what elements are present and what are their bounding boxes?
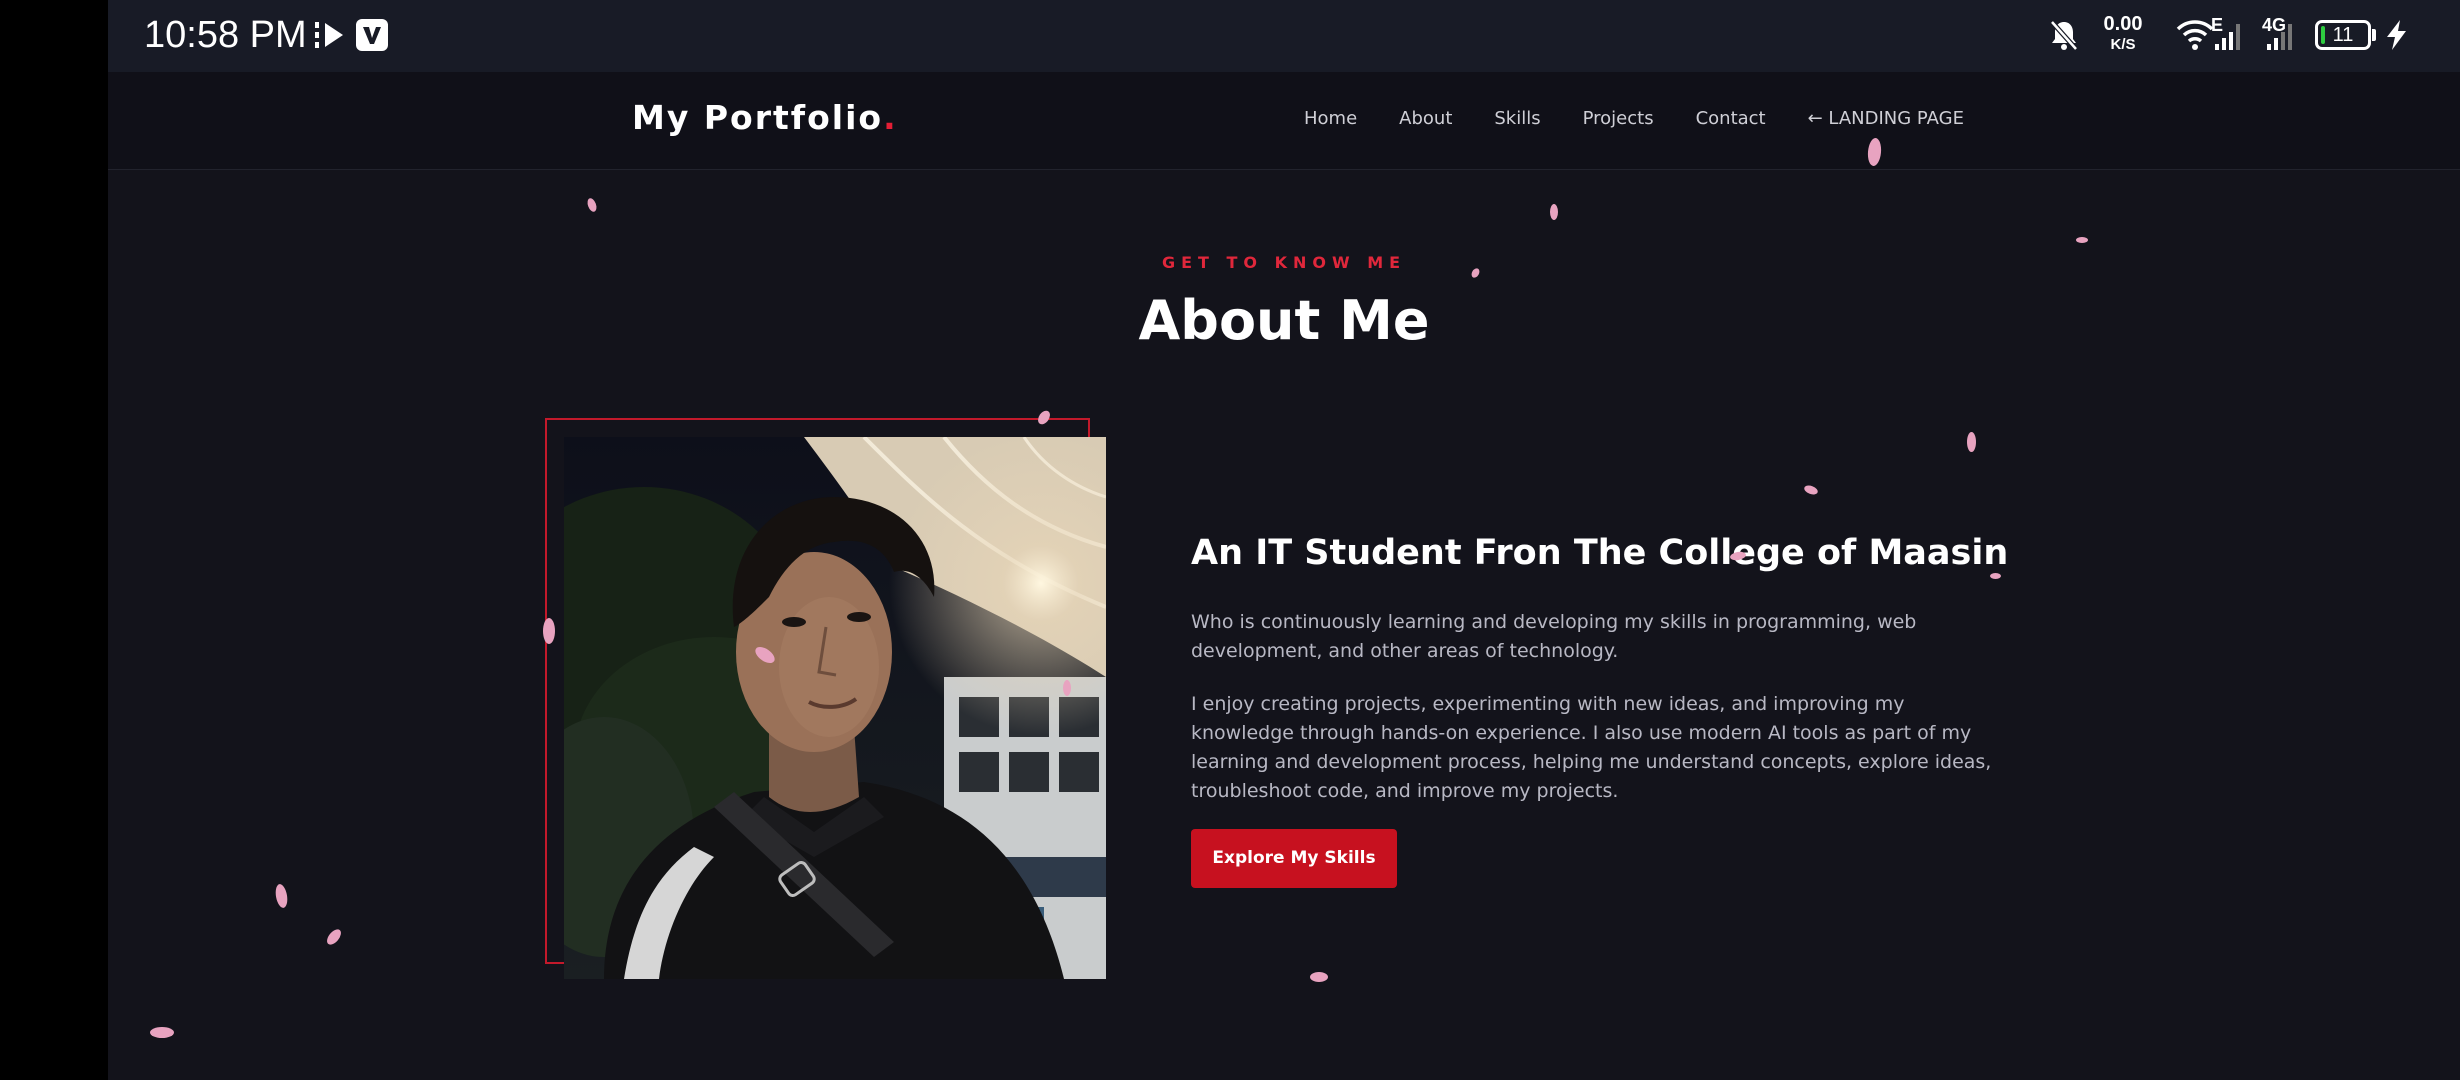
network-speed: 0.00 K/S xyxy=(2093,14,2153,52)
about-heading: An IT Student Fron The College of Maasin xyxy=(1191,533,2009,573)
battery-level: 11 xyxy=(2332,24,2354,46)
petal-decoration xyxy=(2076,237,2088,243)
status-bar: 10:58 PM 0.00 K/S E 4G 11 xyxy=(108,0,2460,72)
signal-icon xyxy=(2265,20,2303,56)
petal-decoration xyxy=(1063,680,1071,696)
nav-link-contact[interactable]: Contact xyxy=(1696,108,1766,129)
battery-nub xyxy=(2372,29,2376,41)
explore-skills-button[interactable]: Explore My Skills xyxy=(1191,829,1397,888)
nav-link-home[interactable]: Home xyxy=(1304,108,1357,129)
petal-decoration xyxy=(150,1027,174,1038)
nav-link-landing-page[interactable]: ← LANDING PAGE xyxy=(1808,108,1964,129)
nav-links: Home About Skills Projects Contact ← LAN… xyxy=(1304,108,1964,129)
petal-decoration xyxy=(273,883,290,909)
navbar: My Portfolio. Home About Skills Projects… xyxy=(108,72,2460,170)
bell-off-icon xyxy=(2048,18,2080,56)
nav-link-about[interactable]: About xyxy=(1399,108,1452,129)
device-left-bezel xyxy=(0,0,108,1080)
petal-decoration xyxy=(585,197,599,213)
brand-logo[interactable]: My Portfolio. xyxy=(632,98,898,137)
profile-photo xyxy=(564,437,1106,979)
petal-decoration xyxy=(1990,573,2001,579)
charging-bolt-icon xyxy=(2383,18,2409,56)
nav-link-projects[interactable]: Projects xyxy=(1583,108,1654,129)
brand-text: My Portfolio xyxy=(632,98,884,137)
section-title: About Me xyxy=(1138,289,1430,352)
about-paragraph: I enjoy creating projects, experimenting… xyxy=(1191,693,1992,802)
petal-decoration xyxy=(1803,483,1819,497)
battery-icon: 11 xyxy=(2315,20,2371,50)
youtube-music-icon xyxy=(313,18,347,56)
signal-icon xyxy=(2209,20,2247,56)
section-eyebrow: GET TO KNOW ME xyxy=(1161,253,1407,272)
screen: 10:58 PM 0.00 K/S E 4G 11 My Portfolio. … xyxy=(108,0,2460,1080)
petal-decoration xyxy=(1550,204,1558,220)
brand-dot: . xyxy=(883,98,898,137)
network-speed-value: 0.00 xyxy=(2103,13,2143,35)
petal-decoration xyxy=(1967,432,1976,452)
petal-decoration xyxy=(324,926,344,948)
nav-link-skills[interactable]: Skills xyxy=(1494,108,1540,129)
petal-decoration xyxy=(543,618,555,644)
about-paragraph: Who is continuously learning and develop… xyxy=(1191,611,1917,662)
network-speed-unit: K/S xyxy=(2110,36,2136,53)
v-app-icon xyxy=(355,18,389,56)
petal-decoration xyxy=(1310,972,1328,982)
status-time: 10:58 PM xyxy=(144,14,307,56)
